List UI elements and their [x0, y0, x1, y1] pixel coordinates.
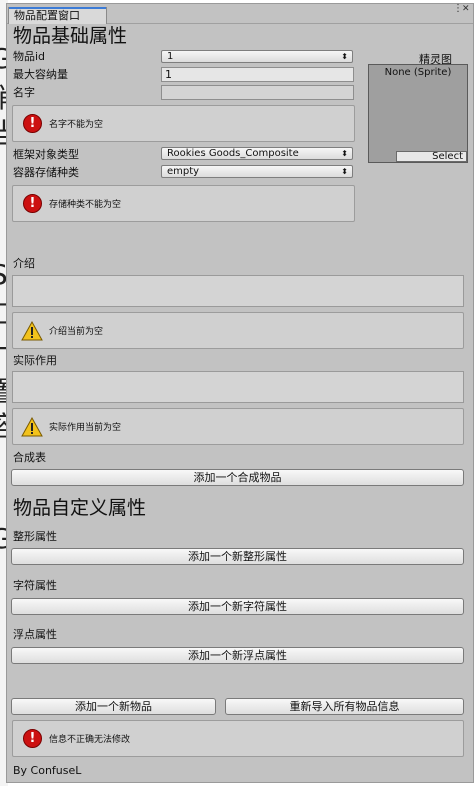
add-float-property-button[interactable]: 添加一个新浮点属性: [11, 647, 464, 664]
footer-error-box: ! 信息不正确无法修改: [12, 720, 464, 757]
item-id-value: 1: [167, 51, 174, 62]
tab-accent: [9, 7, 106, 9]
basic-section-heading: 物品基础属性: [13, 25, 128, 47]
window-tab-title: 物品配置窗口: [14, 9, 80, 22]
error-icon: !: [23, 114, 42, 133]
add-int-property-button[interactable]: 添加一个新整形属性: [11, 548, 464, 565]
sprite-select-button[interactable]: Select: [396, 151, 467, 162]
warning-icon: [21, 321, 43, 341]
window-tab[interactable]: 物品配置窗口: [8, 7, 107, 24]
add-recipe-item-button[interactable]: 添加一个合成物品: [11, 469, 464, 486]
int-property-label: 整形属性: [13, 530, 57, 543]
error-icon: !: [23, 729, 42, 748]
sprite-value: None (Sprite): [384, 67, 452, 78]
add-string-property-button[interactable]: 添加一个新字符属性: [11, 598, 464, 615]
intro-warning-text: 介绍当前为空: [49, 327, 104, 337]
capacity-label: 最大容纳量: [13, 68, 68, 81]
effect-label: 实际作用: [13, 354, 57, 367]
warning-icon: [21, 417, 43, 437]
name-field[interactable]: [161, 85, 354, 100]
name-error-text: 名字不能为空: [49, 120, 104, 130]
item-id-label: 物品id: [13, 50, 46, 63]
sprite-object-field[interactable]: None (Sprite) Select: [368, 64, 468, 163]
float-property-label: 浮点属性: [13, 628, 57, 641]
frame-type-dropdown[interactable]: Rookies Goods_Composite ⬍: [161, 147, 353, 160]
footer-error-text: 信息不正确无法修改: [49, 735, 131, 745]
capacity-field[interactable]: 1: [161, 67, 354, 82]
item-id-dropdown[interactable]: 1 ⬍: [161, 50, 353, 63]
storage-error-box: ! 存储种类不能为空: [12, 185, 355, 222]
frame-type-value: Rookies Goods_Composite: [167, 148, 299, 159]
effect-textarea[interactable]: [12, 371, 464, 403]
name-error-box: ! 名字不能为空: [12, 105, 355, 142]
storage-error-text: 存储种类不能为空: [49, 200, 122, 210]
dropdown-arrow-icon: ⬍: [341, 167, 348, 176]
string-property-label: 字符属性: [13, 579, 57, 592]
reimport-all-items-button[interactable]: 重新导入所有物品信息: [225, 698, 464, 715]
dropdown-arrow-icon: ⬍: [341, 52, 348, 61]
name-label: 名字: [13, 86, 35, 99]
window-titlebar: 物品配置窗口 ⋮ ✕: [7, 4, 473, 24]
storage-type-label: 容器存储种类: [13, 166, 79, 179]
intro-textarea[interactable]: [12, 275, 464, 307]
custom-section-heading: 物品自定义属性: [13, 497, 147, 519]
effect-warning-text: 实际作用当前为空: [49, 423, 122, 433]
storage-type-dropdown[interactable]: empty ⬍: [161, 165, 353, 178]
error-icon: !: [23, 194, 42, 213]
dropdown-arrow-icon: ⬍: [341, 149, 348, 158]
effect-warning-box: 实际作用当前为空: [12, 408, 464, 445]
intro-warning-box: 介绍当前为空: [12, 312, 464, 349]
credit-text: By ConfuseL: [13, 764, 82, 777]
window-close-icon[interactable]: ✕: [462, 4, 470, 14]
item-config-window: 物品配置窗口 ⋮ ✕ 物品基础属性 物品id 1 ⬍ 最大容纳量 1 名字 ! …: [6, 3, 474, 783]
add-new-item-button[interactable]: 添加一个新物品: [11, 698, 216, 715]
recipe-label: 合成表: [13, 451, 46, 464]
frame-type-label: 框架对象类型: [13, 148, 79, 161]
intro-label: 介绍: [13, 257, 35, 270]
storage-type-value: empty: [167, 166, 200, 177]
